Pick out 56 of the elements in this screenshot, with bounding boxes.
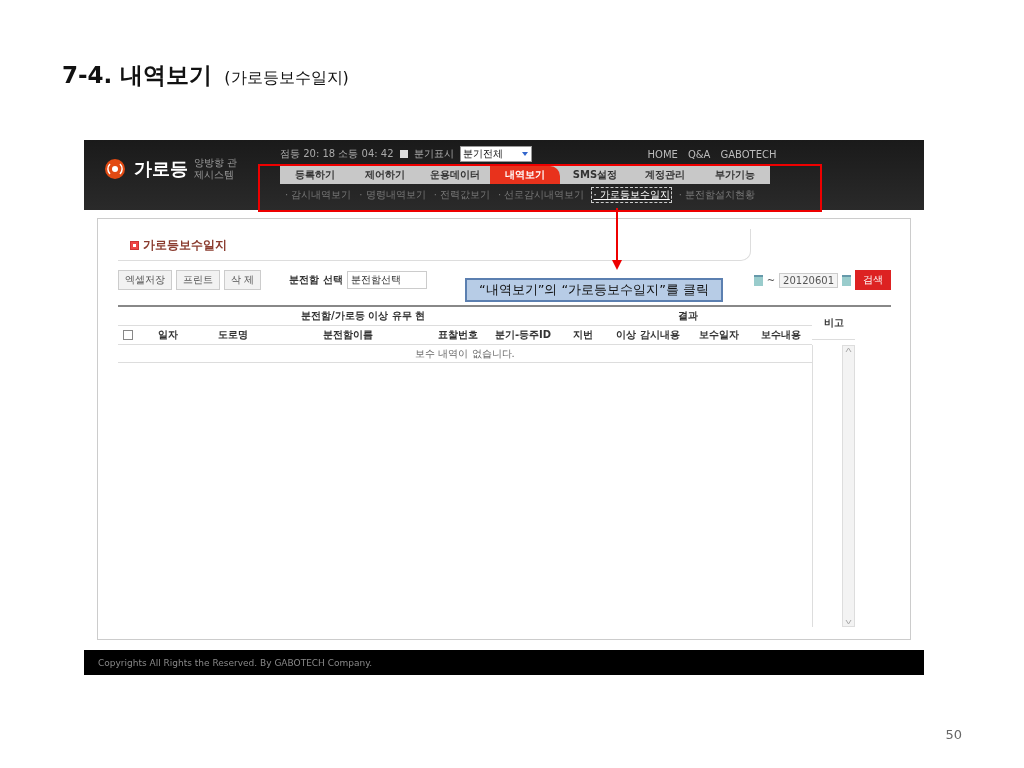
caret-icon: [520, 150, 529, 158]
column-header: 지번: [558, 326, 608, 345]
checkbox[interactable]: [399, 150, 408, 158]
column-header: 표찰번호: [428, 326, 488, 345]
column-header: 보수일자: [688, 326, 750, 345]
page-number: 50: [945, 727, 962, 742]
down-arrow: [612, 208, 622, 270]
select-all-checkbox[interactable]: [123, 330, 133, 340]
checkbox-label: 분기표시: [413, 147, 454, 161]
nav-tab[interactable]: 내역보기: [490, 166, 560, 184]
nav-tab[interactable]: 운용데이터: [420, 166, 490, 184]
nav-tab[interactable]: 제어하기: [350, 166, 420, 184]
sub-nav-link[interactable]: · 가로등보수일지: [591, 187, 672, 203]
toolbar-button[interactable]: 삭 제: [224, 270, 262, 290]
nav-tab[interactable]: 등록하기: [280, 166, 350, 184]
toolbar-button[interactable]: 프린트: [176, 270, 220, 290]
scrollbar[interactable]: [842, 345, 855, 627]
column-header: 보수내용: [750, 326, 812, 345]
lighting-times: 점등 20: 18 소등 04: 42: [280, 147, 394, 161]
column-header: 도로명: [198, 326, 268, 345]
end-date-field[interactable]: 20120601: [779, 272, 838, 288]
column-header: 분전함이름: [268, 326, 428, 345]
column-header: 분기-등주ID: [488, 326, 558, 345]
calendar-icon[interactable]: [842, 274, 851, 286]
column-header: 비고: [812, 307, 855, 340]
column-header: 일자: [138, 326, 198, 345]
header-link[interactable]: Q&A: [687, 148, 711, 160]
header-link[interactable]: HOME: [647, 148, 678, 160]
scroll-down-icon[interactable]: [844, 618, 853, 626]
table-group-header: 분전함/가로등 이상 유무 현: [118, 307, 608, 326]
instruction-tooltip: “내역보기”의 “가로등보수일지”를 클릭: [465, 278, 724, 302]
table-group-header: 결과: [608, 307, 812, 326]
toolbar-button[interactable]: 엑셀저장: [118, 270, 172, 290]
header-link[interactable]: GABOTECH: [720, 148, 777, 160]
search-button[interactable]: 검색: [855, 270, 891, 290]
calendar-icon[interactable]: [753, 274, 763, 286]
date-separator: ~: [766, 274, 776, 286]
slide-title: 7-4. 내역보기: [62, 61, 213, 90]
filter-label: 분전함 선택: [289, 273, 343, 287]
logo-text: 가로등: [134, 157, 188, 181]
copyright-footer: Copyrights All Rights the Reserved. By GABOTECH Company.: [84, 650, 924, 675]
nav-tab[interactable]: SMS설정: [560, 166, 630, 184]
square-icon: [130, 241, 139, 250]
sub-nav-link[interactable]: · 전력값보기: [432, 188, 492, 202]
slide-subtitle: (가로등보수일지): [224, 68, 349, 89]
signal-logo-icon: [102, 158, 128, 180]
scroll-up-icon[interactable]: [844, 346, 853, 354]
nav-tab[interactable]: 계정관리: [630, 166, 700, 184]
panel-dropdown[interactable]: 분전함선택: [346, 271, 427, 289]
sub-nav-link[interactable]: · 명령내역보기: [358, 188, 427, 202]
page-title: 가로등보수일지: [143, 237, 227, 254]
branch-dropdown[interactable]: 분기전체: [459, 146, 532, 162]
nav-tab[interactable]: 부가기능: [700, 166, 770, 184]
column-header: 이상 감시내용: [608, 326, 688, 345]
empty-message: 보수 내역이 없습니다.: [118, 345, 812, 363]
logo-subtitle: 양방향 관제시스템: [194, 157, 239, 181]
